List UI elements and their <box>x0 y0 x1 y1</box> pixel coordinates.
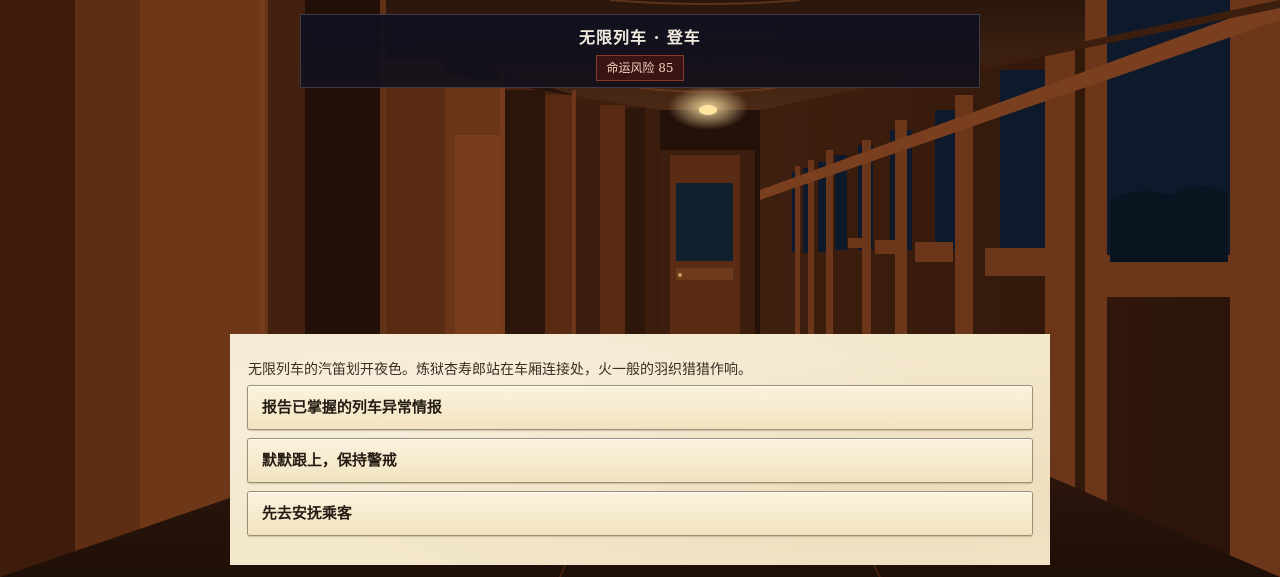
choice-button-comfort-passengers[interactable]: 先去安抚乘客 <box>247 491 1033 536</box>
narration-text: 无限列车的汽笛划开夜色。炼狱杏寿郎站在车厢连接处，火一般的羽织猎猎作响。 <box>248 362 752 378</box>
choice-button-report-intel[interactable]: 报告已掌握的列车异常情报 <box>247 385 1033 430</box>
choice-button-follow-alert[interactable]: 默默跟上，保持警戒 <box>247 438 1033 483</box>
scene-title: 无限列车 · 登车 <box>579 28 701 47</box>
scene-header: 无限列车 · 登车 命运风险 85 <box>300 14 980 88</box>
fate-risk-badge: 命运风险 85 <box>596 55 684 81</box>
dialog-panel: 无限列车的汽笛划开夜色。炼狱杏寿郎站在车厢连接处，火一般的羽织猎猎作响。 报告已… <box>230 334 1050 565</box>
